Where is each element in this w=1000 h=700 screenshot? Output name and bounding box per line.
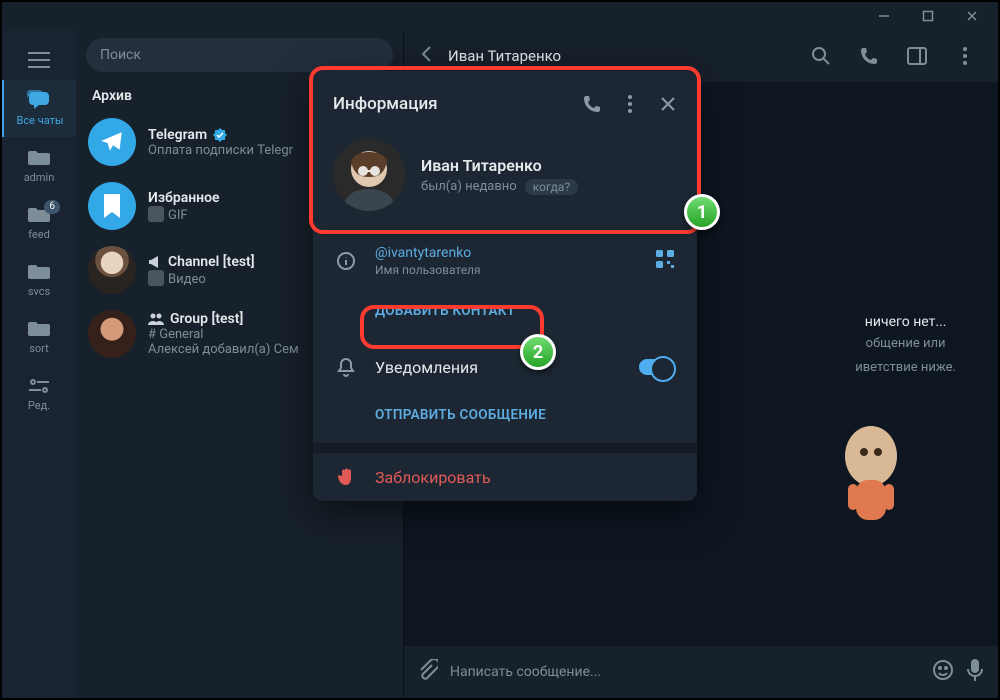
folder-label: Все чаты bbox=[17, 114, 64, 127]
add-contact-label: ДОБАВИТЬ КОНТАКТ bbox=[375, 303, 675, 319]
folder-icon bbox=[26, 318, 52, 340]
window-minimize-button[interactable] bbox=[862, 2, 906, 30]
username-label: Имя пользователя bbox=[375, 263, 637, 277]
modal-title: Информация bbox=[333, 94, 573, 114]
folder-all-chats[interactable]: Все чаты bbox=[2, 80, 76, 137]
window-close-button[interactable] bbox=[950, 2, 994, 30]
folder-icon bbox=[26, 261, 52, 283]
chat-name: Telegram bbox=[148, 127, 207, 143]
message-input[interactable]: Написать сообщение... bbox=[450, 664, 920, 680]
send-message-button[interactable]: ОТПРАВИТЬ СООБЩЕНИЕ bbox=[313, 391, 697, 439]
header-more-button[interactable] bbox=[948, 47, 982, 65]
chat-title[interactable]: Иван Титаренко bbox=[448, 47, 790, 65]
header-call-button[interactable] bbox=[852, 46, 886, 66]
block-label: Заблокировать bbox=[375, 468, 675, 487]
folder-label: feed bbox=[28, 228, 50, 241]
edit-icon bbox=[26, 375, 52, 397]
block-user-button[interactable]: Заблокировать bbox=[313, 453, 697, 501]
voice-button[interactable] bbox=[966, 658, 984, 686]
greeting-sticker[interactable] bbox=[828, 414, 914, 530]
profile-name: Иван Титаренко bbox=[421, 156, 578, 175]
modal-more-button[interactable] bbox=[611, 85, 649, 123]
attach-button[interactable] bbox=[418, 659, 438, 685]
back-button[interactable] bbox=[420, 45, 434, 67]
folder-svcs[interactable]: svcs bbox=[2, 251, 76, 308]
notifications-toggle[interactable] bbox=[639, 359, 675, 375]
folder-edit[interactable]: Ред. bbox=[2, 365, 76, 422]
empty-line2: иветствие ниже. bbox=[855, 358, 956, 378]
chats-icon bbox=[27, 90, 53, 112]
chat-preview: Видео bbox=[168, 272, 206, 287]
profile-status: был(а) недавно когда? bbox=[421, 179, 578, 195]
username-row[interactable]: @ivantytarenko Имя пользователя bbox=[313, 235, 697, 287]
group-icon bbox=[148, 313, 164, 325]
modal-call-button[interactable] bbox=[573, 85, 611, 123]
search-input[interactable]: Поиск bbox=[86, 38, 393, 72]
menu-button[interactable] bbox=[28, 40, 50, 80]
megaphone-icon bbox=[148, 255, 162, 269]
folder-icon bbox=[26, 147, 52, 169]
avatar bbox=[88, 246, 136, 294]
folder-label: Ред. bbox=[28, 399, 50, 412]
info-icon bbox=[335, 251, 357, 271]
window-titlebar bbox=[2, 2, 998, 30]
gif-thumb-icon bbox=[148, 206, 164, 222]
add-contact-button[interactable]: ДОБАВИТЬ КОНТАКТ bbox=[313, 287, 697, 335]
video-thumb-icon bbox=[148, 270, 164, 286]
folder-rail: Все чаты admin 6 feed svcs sort Ред. bbox=[2, 30, 76, 698]
chat-name: Channel [test] bbox=[168, 254, 255, 270]
avatar bbox=[88, 310, 136, 358]
user-info-modal: Информация Иван Титаренко был(а) недавно… bbox=[313, 71, 697, 501]
header-sidepanel-button[interactable] bbox=[900, 47, 934, 65]
bell-icon bbox=[335, 357, 357, 377]
folder-label: admin bbox=[24, 171, 55, 184]
chat-name: Group [test] bbox=[170, 311, 243, 327]
modal-close-button[interactable] bbox=[649, 85, 687, 123]
avatar bbox=[88, 118, 136, 166]
chat-preview: GIF bbox=[168, 208, 188, 223]
status-text: был(а) недавно bbox=[421, 179, 517, 194]
avatar bbox=[88, 182, 136, 230]
search-placeholder: Поиск bbox=[100, 47, 141, 63]
verified-icon bbox=[213, 128, 227, 142]
folder-label: sort bbox=[29, 342, 49, 355]
folder-feed[interactable]: 6 feed bbox=[2, 194, 76, 251]
status-when-chip[interactable]: когда? bbox=[525, 179, 578, 195]
folder-label: svcs bbox=[28, 285, 50, 298]
modal-header: Информация bbox=[313, 71, 697, 129]
empty-line1: общение или bbox=[855, 334, 956, 354]
notifications-label: Уведомления bbox=[375, 358, 621, 377]
emoji-button[interactable] bbox=[932, 659, 954, 685]
chat-name: Избранное bbox=[148, 190, 220, 206]
notifications-row[interactable]: Уведомления bbox=[313, 343, 697, 391]
header-search-button[interactable] bbox=[804, 46, 838, 66]
empty-state: ничего нет... общение или иветствие ниже… bbox=[855, 314, 956, 377]
profile-section: Иван Титаренко был(а) недавно когда? bbox=[313, 129, 697, 231]
app-window: Все чаты admin 6 feed svcs sort Ред. bbox=[0, 0, 1000, 700]
folder-admin[interactable]: admin bbox=[2, 137, 76, 194]
qr-button[interactable] bbox=[655, 249, 675, 273]
username-value: @ivantytarenko bbox=[375, 245, 637, 261]
folder-sort[interactable]: sort bbox=[2, 308, 76, 365]
empty-title: ничего нет... bbox=[855, 314, 956, 330]
window-maximize-button[interactable] bbox=[906, 2, 950, 30]
unread-badge: 6 bbox=[44, 200, 60, 214]
send-message-label: ОТПРАВИТЬ СООБЩЕНИЕ bbox=[375, 407, 675, 423]
message-composer: Написать сообщение... bbox=[404, 646, 998, 698]
hand-icon bbox=[335, 467, 357, 487]
profile-avatar[interactable] bbox=[333, 139, 405, 211]
separator bbox=[313, 443, 697, 453]
